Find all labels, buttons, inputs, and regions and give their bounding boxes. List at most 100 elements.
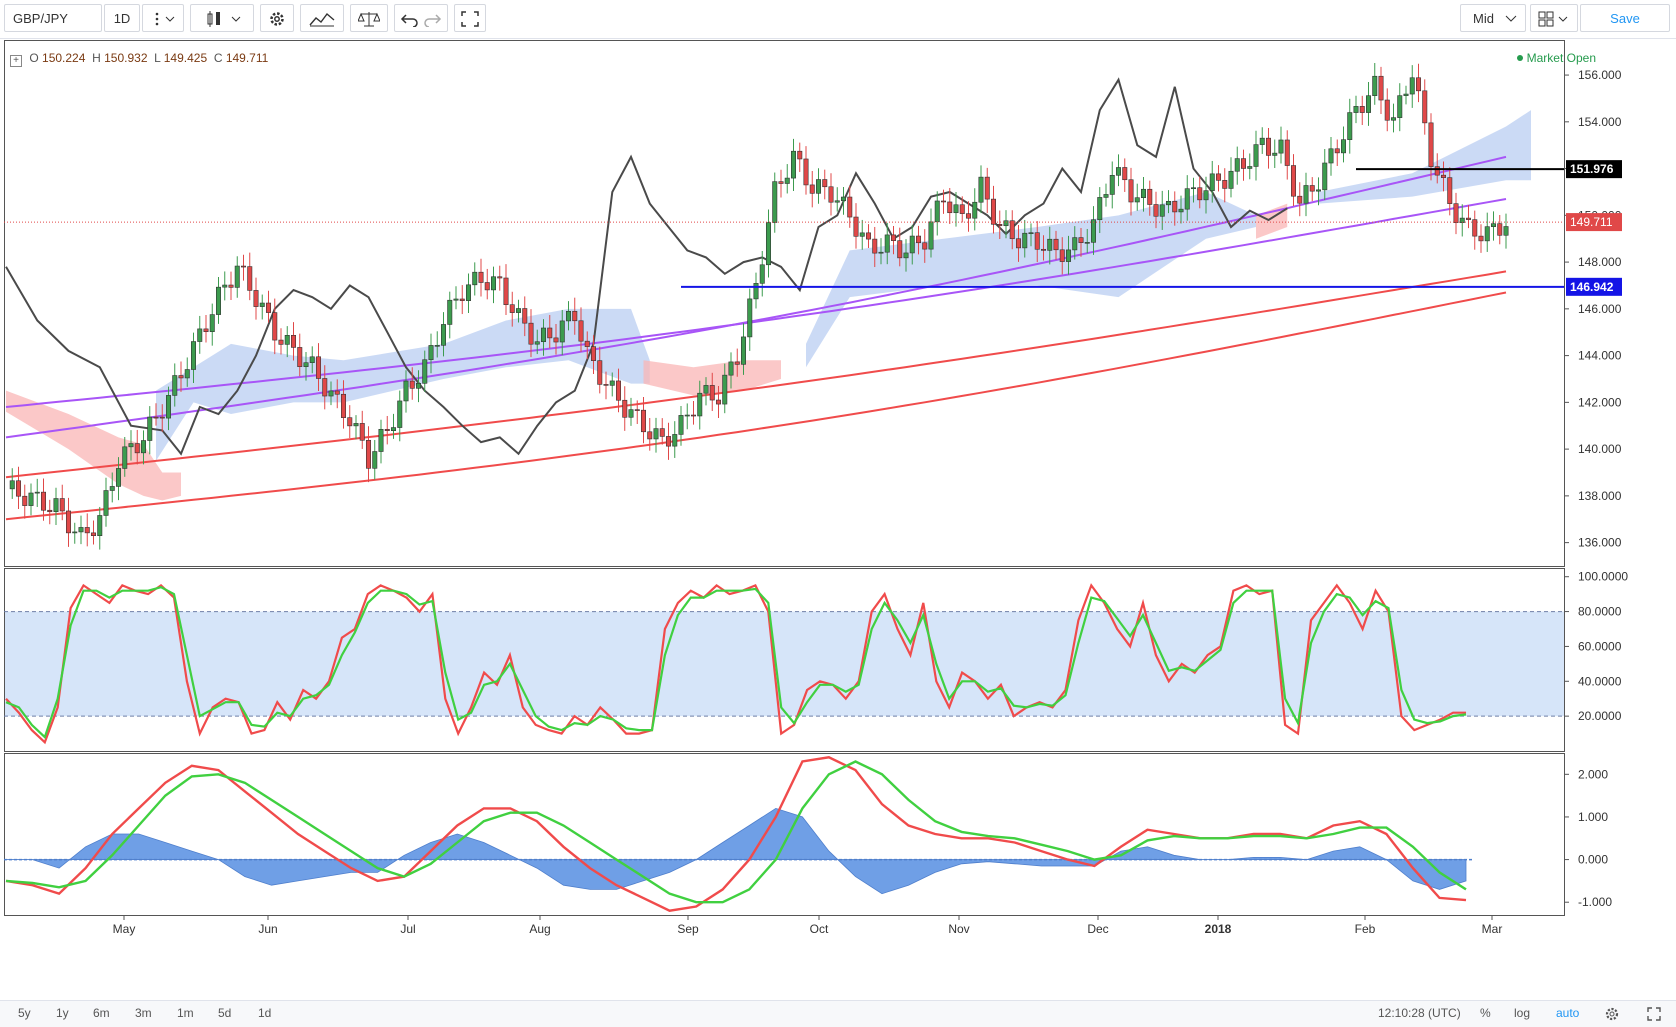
hline-label-0: 151.976 [1570,162,1614,176]
candle-body [59,498,65,512]
range-5d[interactable]: 5d [218,1006,231,1020]
log-scale-toggle[interactable]: log [1514,1006,1530,1020]
candle-body [453,298,459,301]
candle-body [1184,188,1190,210]
chevron-down-icon [1505,15,1517,22]
x-axis-tick-jun: Jun [258,922,277,936]
candle-body [1059,249,1065,262]
candle-body [1278,139,1284,154]
candle-body [878,251,884,254]
stoch-axis-tick: 60.0000 [1578,639,1622,653]
macd-axis-tick: -1.000 [1578,895,1612,909]
range-5y[interactable]: 5y [18,1006,31,1020]
candle-body [1253,144,1259,167]
candle-body [415,383,421,389]
auto-scale-toggle[interactable]: auto [1556,1006,1579,1020]
candle-body [397,400,403,428]
candle-body [1322,162,1328,191]
candle-body [297,347,303,367]
candle-body [1066,249,1072,262]
candle-body [772,181,778,223]
expand-icon[interactable] [1646,1006,1662,1022]
redo-icon[interactable] [424,14,442,27]
candle-body [765,222,771,266]
candle-body [166,395,172,419]
candle-body [434,345,440,347]
x-axis-tick-aug: Aug [529,922,550,936]
candle-body [740,336,746,365]
candle-body [65,510,71,534]
candle-body [1272,152,1278,156]
stoch-axis-tick: 100.0000 [1578,570,1628,584]
symbol-search-input[interactable]: GBP/JPY [4,4,102,32]
range-1d[interactable]: 1d [258,1006,271,1020]
candle-body [390,427,396,431]
candle-body [528,322,534,345]
candle-body [565,310,571,322]
candle-body [172,375,178,396]
candle-body [559,320,565,343]
candle-body [22,495,28,506]
candle-body [1422,90,1428,124]
compare-button[interactable] [350,4,388,32]
candle-body [265,302,271,313]
candle-body [484,282,490,291]
price-axis-tick: 136.000 [1578,536,1622,550]
candle-body [315,356,321,379]
candle-body [534,341,540,345]
candle-body [584,340,590,347]
candle-body [422,359,428,384]
candle-body [853,216,859,237]
macd-axis-tick: 1.000 [1578,810,1608,824]
price-axis-tick: 144.000 [1578,349,1622,363]
candle-body [1328,148,1334,164]
candle-body [1447,177,1453,204]
chart-area[interactable]: 136.000 138.000 140.000 142.000 144.000 146.0… [4,40,1672,1000]
candle-body [247,266,253,291]
candle-body [1503,226,1509,236]
range-3m[interactable]: 3m [135,1006,152,1020]
candle-body [959,204,965,214]
candle-body [259,302,265,307]
candle-body [1103,194,1109,198]
candle-body [309,356,315,363]
price-type-select[interactable]: Mid [1460,4,1526,32]
indicators-button[interactable] [300,4,344,32]
candles-style-button[interactable] [190,4,254,32]
stoch-axis-tick: 80.0000 [1578,605,1622,619]
x-axis-tick-nov: Nov [948,922,969,936]
percent-scale-toggle[interactable]: % [1480,1006,1491,1020]
candle-body [1091,219,1097,243]
range-1m[interactable]: 1m [177,1006,194,1020]
undo-icon[interactable] [400,14,418,27]
candle-body [653,428,659,440]
fullscreen-button[interactable] [454,4,486,32]
candle-body [1047,238,1053,251]
close-label: C [213,51,223,65]
ohlc-legend: + O 150.224 H 150.932 L 149.425 C 149.71… [10,51,268,67]
candle-body [1172,200,1178,213]
interval-button[interactable]: 1D [104,4,140,32]
candle-body [647,431,653,440]
candle-body [116,468,122,487]
candle-body [365,439,371,469]
candle-body [278,339,284,345]
candle-body [84,527,90,534]
market-status: Market Open [1517,51,1596,65]
chart-type-menu-button[interactable] [142,4,184,32]
candle-body [203,328,209,332]
collapse-legend-icon[interactable]: + [10,55,22,67]
layout-button[interactable] [1530,4,1578,32]
range-6m[interactable]: 6m [93,1006,110,1020]
candle-body [1141,188,1147,198]
range-1y[interactable]: 1y [56,1006,69,1020]
candle-body [1409,77,1415,95]
candle-body [815,179,821,194]
chart-settings-gear-icon[interactable] [1604,1006,1620,1022]
candle-body [322,378,328,397]
settings-button[interactable] [260,4,294,32]
candle-body [665,436,671,447]
candle-body [1216,173,1222,181]
candle-body [822,179,828,188]
save-button[interactable]: Save [1580,4,1670,32]
